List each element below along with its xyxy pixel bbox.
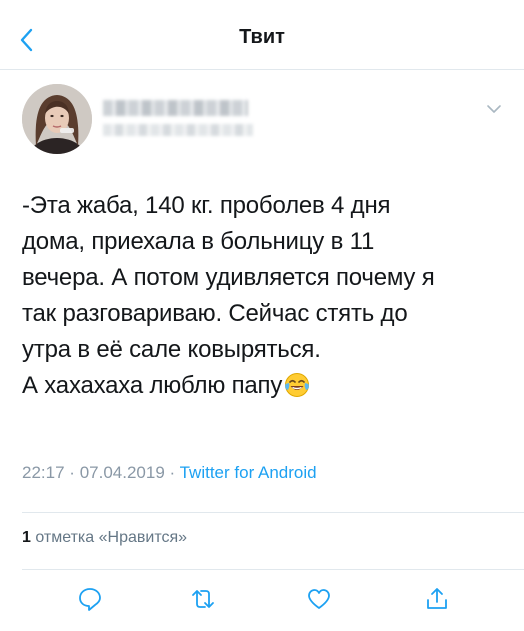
top-bar: Твит [0, 0, 524, 70]
more-options-button[interactable] [484, 102, 504, 116]
avatar[interactable] [22, 84, 92, 154]
divider [22, 569, 524, 570]
tweet-last-line: А хахахаха люблю папу [22, 368, 507, 404]
tweet-line: дома, приехала в больницу в 11 [22, 228, 375, 255]
likes-summary[interactable]: 1 отметка «Нравится» [22, 529, 187, 547]
tweet-line: -Эта жаба, 140 кг. проболев 4 дня [22, 192, 391, 219]
tweet-text: -Эта жаба, 140 кг. проболев 4 дня дома, … [22, 188, 507, 404]
likes-count: 1 [22, 529, 31, 546]
tweet-source-link[interactable]: Twitter for Android [180, 463, 317, 482]
tweet-metadata: 22:17 · 07.04.2019 · Twitter for Android [22, 463, 317, 483]
chevron-down-icon [487, 105, 501, 113]
avatar-image [22, 84, 92, 154]
reply-icon [79, 588, 101, 611]
retweet-button[interactable] [189, 585, 217, 613]
page-title: Твит [239, 26, 285, 48]
author-name-redacted[interactable] [103, 100, 248, 116]
like-icon [308, 589, 330, 609]
author-handle-redacted[interactable] [103, 124, 253, 136]
like-button[interactable] [305, 585, 333, 613]
meta-separator: · [169, 463, 176, 482]
divider [22, 512, 524, 513]
tweet-line: А хахахаха люблю папу [22, 372, 283, 399]
tweet-time: 22:17 [22, 463, 65, 482]
meta-separator: · [69, 463, 75, 482]
tweet-date: 07.04.2019 [79, 463, 165, 482]
tweet-line: утра в её сале ковыряться. [22, 336, 321, 363]
retweet-icon [192, 590, 214, 608]
share-button[interactable] [423, 585, 451, 613]
tweet-line: так разговариваю. Сейчас стять до [22, 300, 408, 327]
face-with-tears-of-joy-icon [285, 373, 310, 397]
reply-button[interactable] [76, 585, 104, 613]
tweet-line: вечера. А потом удивляется почему я [22, 264, 435, 291]
likes-label: отметка «Нравится» [35, 529, 188, 546]
share-icon [427, 588, 447, 609]
